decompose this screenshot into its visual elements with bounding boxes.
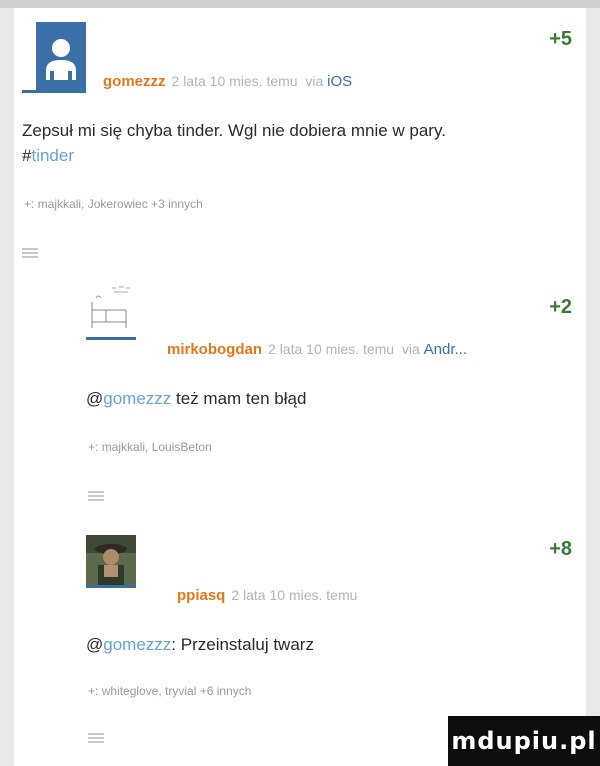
mention-link[interactable]: gomezzz (103, 389, 171, 408)
comment-meta: mirkobogdan 2 lata 10 mies. temu via Andr… (167, 341, 467, 358)
username-link[interactable]: ppiasq (177, 587, 225, 604)
vote-score[interactable]: +5 (549, 28, 572, 51)
hamburger-menu-icon[interactable] (22, 248, 38, 259)
avatar-default[interactable] (36, 22, 86, 90)
plus-list: +: whiteglove, tryvial +6 innych (88, 684, 251, 698)
avatar-sketch[interactable] (86, 280, 136, 336)
comment-body: @gomezzz też mam ten błąd (86, 386, 306, 411)
mention-link[interactable]: gomezzz (103, 635, 171, 654)
photo-avatar-icon (86, 535, 136, 585)
vote-score[interactable]: +2 (549, 296, 572, 319)
mention-prefix: @ (86, 635, 104, 654)
sketch-avatar-icon (86, 280, 136, 336)
avatar-underline (22, 90, 86, 93)
comment-text: : Przeinstaluj twarz (171, 635, 314, 654)
watermark-logo: mdupiu.pl (448, 716, 600, 766)
default-avatar-icon (36, 22, 86, 90)
username-link[interactable]: mirkobogdan (167, 341, 262, 358)
plus-users[interactable]: whiteglove, tryvial +6 innych (102, 684, 252, 698)
username-link[interactable]: gomezzz (103, 73, 166, 90)
plus-list: +: majkkali, Jokerowiec +3 innych (24, 197, 203, 211)
mention-prefix: @ (86, 389, 104, 408)
timestamp[interactable]: 2 lata 10 mies. temu (231, 587, 357, 603)
hashtag-link[interactable]: tinder (31, 146, 74, 165)
hamburger-menu-icon[interactable] (88, 733, 104, 744)
avatar-photo[interactable] (86, 535, 136, 585)
comment-body: @gomezzz: Przeinstaluj twarz (86, 632, 314, 657)
via-label: via (305, 73, 324, 89)
timestamp[interactable]: 2 lata 10 mies. temu (172, 73, 298, 89)
plus-users[interactable]: majkkali, LouisBeton (102, 440, 212, 454)
plus-prefix: +: (24, 197, 35, 211)
timestamp[interactable]: 2 lata 10 mies. temu (268, 341, 394, 357)
via-label: via (401, 341, 420, 357)
plus-users[interactable]: majkkali, Jokerowiec +3 innych (38, 197, 203, 211)
avatar-underline (86, 585, 136, 588)
comment-meta: ppiasq 2 lata 10 mies. temu (177, 587, 357, 604)
top-bar (0, 0, 600, 8)
comment-body: Zepsuł mi się chyba tinder. Wgl nie dobi… (22, 118, 562, 168)
comment-text: Zepsuł mi się chyba tinder. Wgl nie dobi… (22, 121, 446, 140)
comment-text: też mam ten błąd (171, 389, 307, 408)
hamburger-menu-icon[interactable] (88, 491, 104, 502)
avatar-underline (86, 337, 136, 340)
client-link[interactable]: Andr... (424, 341, 467, 358)
plus-list: +: majkkali, LouisBeton (88, 440, 212, 454)
plus-prefix: +: (88, 440, 99, 454)
vote-score[interactable]: +8 (549, 538, 572, 561)
plus-prefix: +: (88, 684, 99, 698)
comment-meta: gomezzz 2 lata 10 mies. temu via iOS (103, 73, 352, 90)
client-link[interactable]: iOS (327, 73, 352, 90)
